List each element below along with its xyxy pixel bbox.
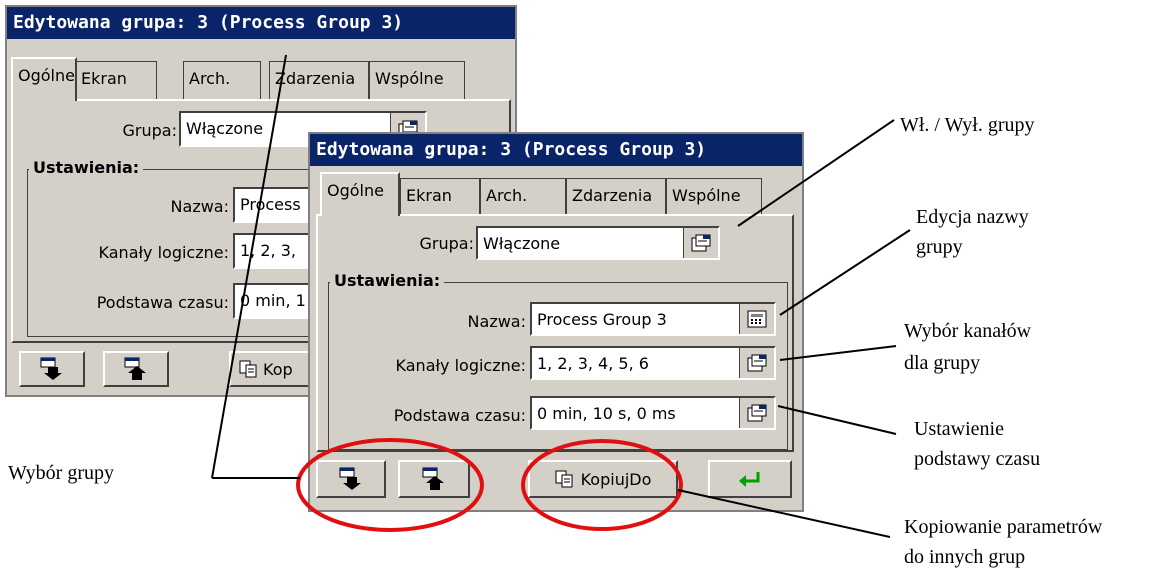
czas-select-button[interactable]	[739, 398, 774, 428]
copy-to-label: KopiujDo	[580, 469, 652, 489]
kanaly-label: Kanały logiczne:	[395, 356, 526, 375]
note-grupa-toggle: Wł. / Wył. grupy	[900, 114, 1035, 136]
back-tab-zdarzenia[interactable]: Zdarzenia	[269, 61, 369, 101]
note-edit-name-2: grupy	[916, 236, 963, 258]
note-channels-2: dla grupy	[904, 352, 981, 374]
copy-icon	[239, 360, 257, 378]
arrow-up-icon	[124, 357, 146, 380]
arrow-down-icon	[40, 357, 62, 380]
arrow-down-icon	[339, 467, 361, 490]
back-czas-label: Podstawa czasu:	[96, 293, 229, 312]
back-tab-ogolne[interactable]: Ogólne	[11, 57, 77, 101]
tab-ekran[interactable]: Ekran	[400, 178, 480, 216]
back-tab-arch[interactable]: Arch.	[183, 61, 261, 101]
grupa-value: Włączone	[483, 234, 561, 253]
tab-ogolne[interactable]: Ogólne	[320, 172, 400, 216]
grupa-field[interactable]: Włączone	[476, 226, 720, 260]
back-next-group-button[interactable]	[103, 351, 169, 387]
copy-to-button[interactable]: KopiujDo	[528, 460, 678, 498]
tab-zdarzenia[interactable]: Zdarzenia	[566, 178, 666, 216]
grupa-label: Grupa:	[419, 234, 474, 253]
back-settings-title: Ustawienia:	[29, 158, 144, 177]
note-copy-2: do innych grup	[904, 546, 1026, 568]
kanaly-field[interactable]: 1, 2, 3, 4, 5, 6	[530, 346, 776, 380]
select-list-icon	[747, 354, 767, 372]
note-edit-name-1: Edycja nazwy	[916, 206, 1029, 228]
keyboard-icon	[747, 310, 767, 328]
czas-label: Podstawa czasu:	[393, 406, 526, 425]
settings-title: Ustawienia:	[330, 271, 445, 290]
back-window-title: Edytowana grupa: 3 (Process Group 3)	[7, 7, 515, 39]
back-kanaly-label: Kanały logiczne:	[98, 243, 229, 262]
arrow-up-icon	[422, 467, 444, 490]
czas-field[interactable]: 0 min, 10 s, 0 ms	[530, 396, 776, 430]
note-timebase-1: Ustawienie	[914, 418, 1004, 440]
note-channels-1: Wybór kanałów	[904, 320, 1032, 342]
front-window-title: Edytowana grupa: 3 (Process Group 3)	[310, 134, 802, 166]
back-grupa-value: Włączone	[186, 119, 264, 138]
grupa-select-button[interactable]	[683, 228, 718, 258]
back-tab-wspolne[interactable]: Wspólne	[369, 61, 465, 101]
nazwa-edit-button[interactable]	[739, 304, 774, 334]
note-timebase-2: podstawy czasu	[914, 448, 1041, 470]
kanaly-value: 1, 2, 3, 4, 5, 6	[537, 354, 649, 373]
nazwa-field[interactable]: Process Group 3	[530, 302, 776, 336]
tab-arch[interactable]: Arch.	[480, 178, 566, 216]
prev-group-button[interactable]	[316, 460, 386, 498]
back-grupa-label: Grupa:	[122, 121, 177, 140]
front-window: Edytowana grupa: 3 (Process Group 3) Ogó…	[308, 132, 804, 512]
nazwa-label: Nazwa:	[467, 312, 526, 331]
back-copy-label: Kop	[263, 359, 293, 379]
nazwa-value: Process Group 3	[537, 310, 667, 329]
note-copy-1: Kopiowanie parametrów	[904, 516, 1103, 538]
select-list-icon	[747, 404, 767, 422]
copy-icon	[555, 470, 573, 488]
czas-value: 0 min, 10 s, 0 ms	[537, 404, 676, 423]
note-group-select: Wybór grupy	[8, 462, 114, 484]
back-prev-group-button[interactable]	[19, 351, 85, 387]
back-nazwa-label: Nazwa:	[170, 197, 229, 216]
kanaly-select-button[interactable]	[739, 348, 774, 378]
accept-button[interactable]	[708, 460, 792, 498]
back-tab-ekran[interactable]: Ekran	[75, 61, 157, 101]
enter-arrow-icon	[739, 472, 760, 487]
next-group-button[interactable]	[398, 460, 470, 498]
select-list-icon	[691, 234, 711, 252]
tab-wspolne[interactable]: Wspólne	[666, 178, 762, 216]
